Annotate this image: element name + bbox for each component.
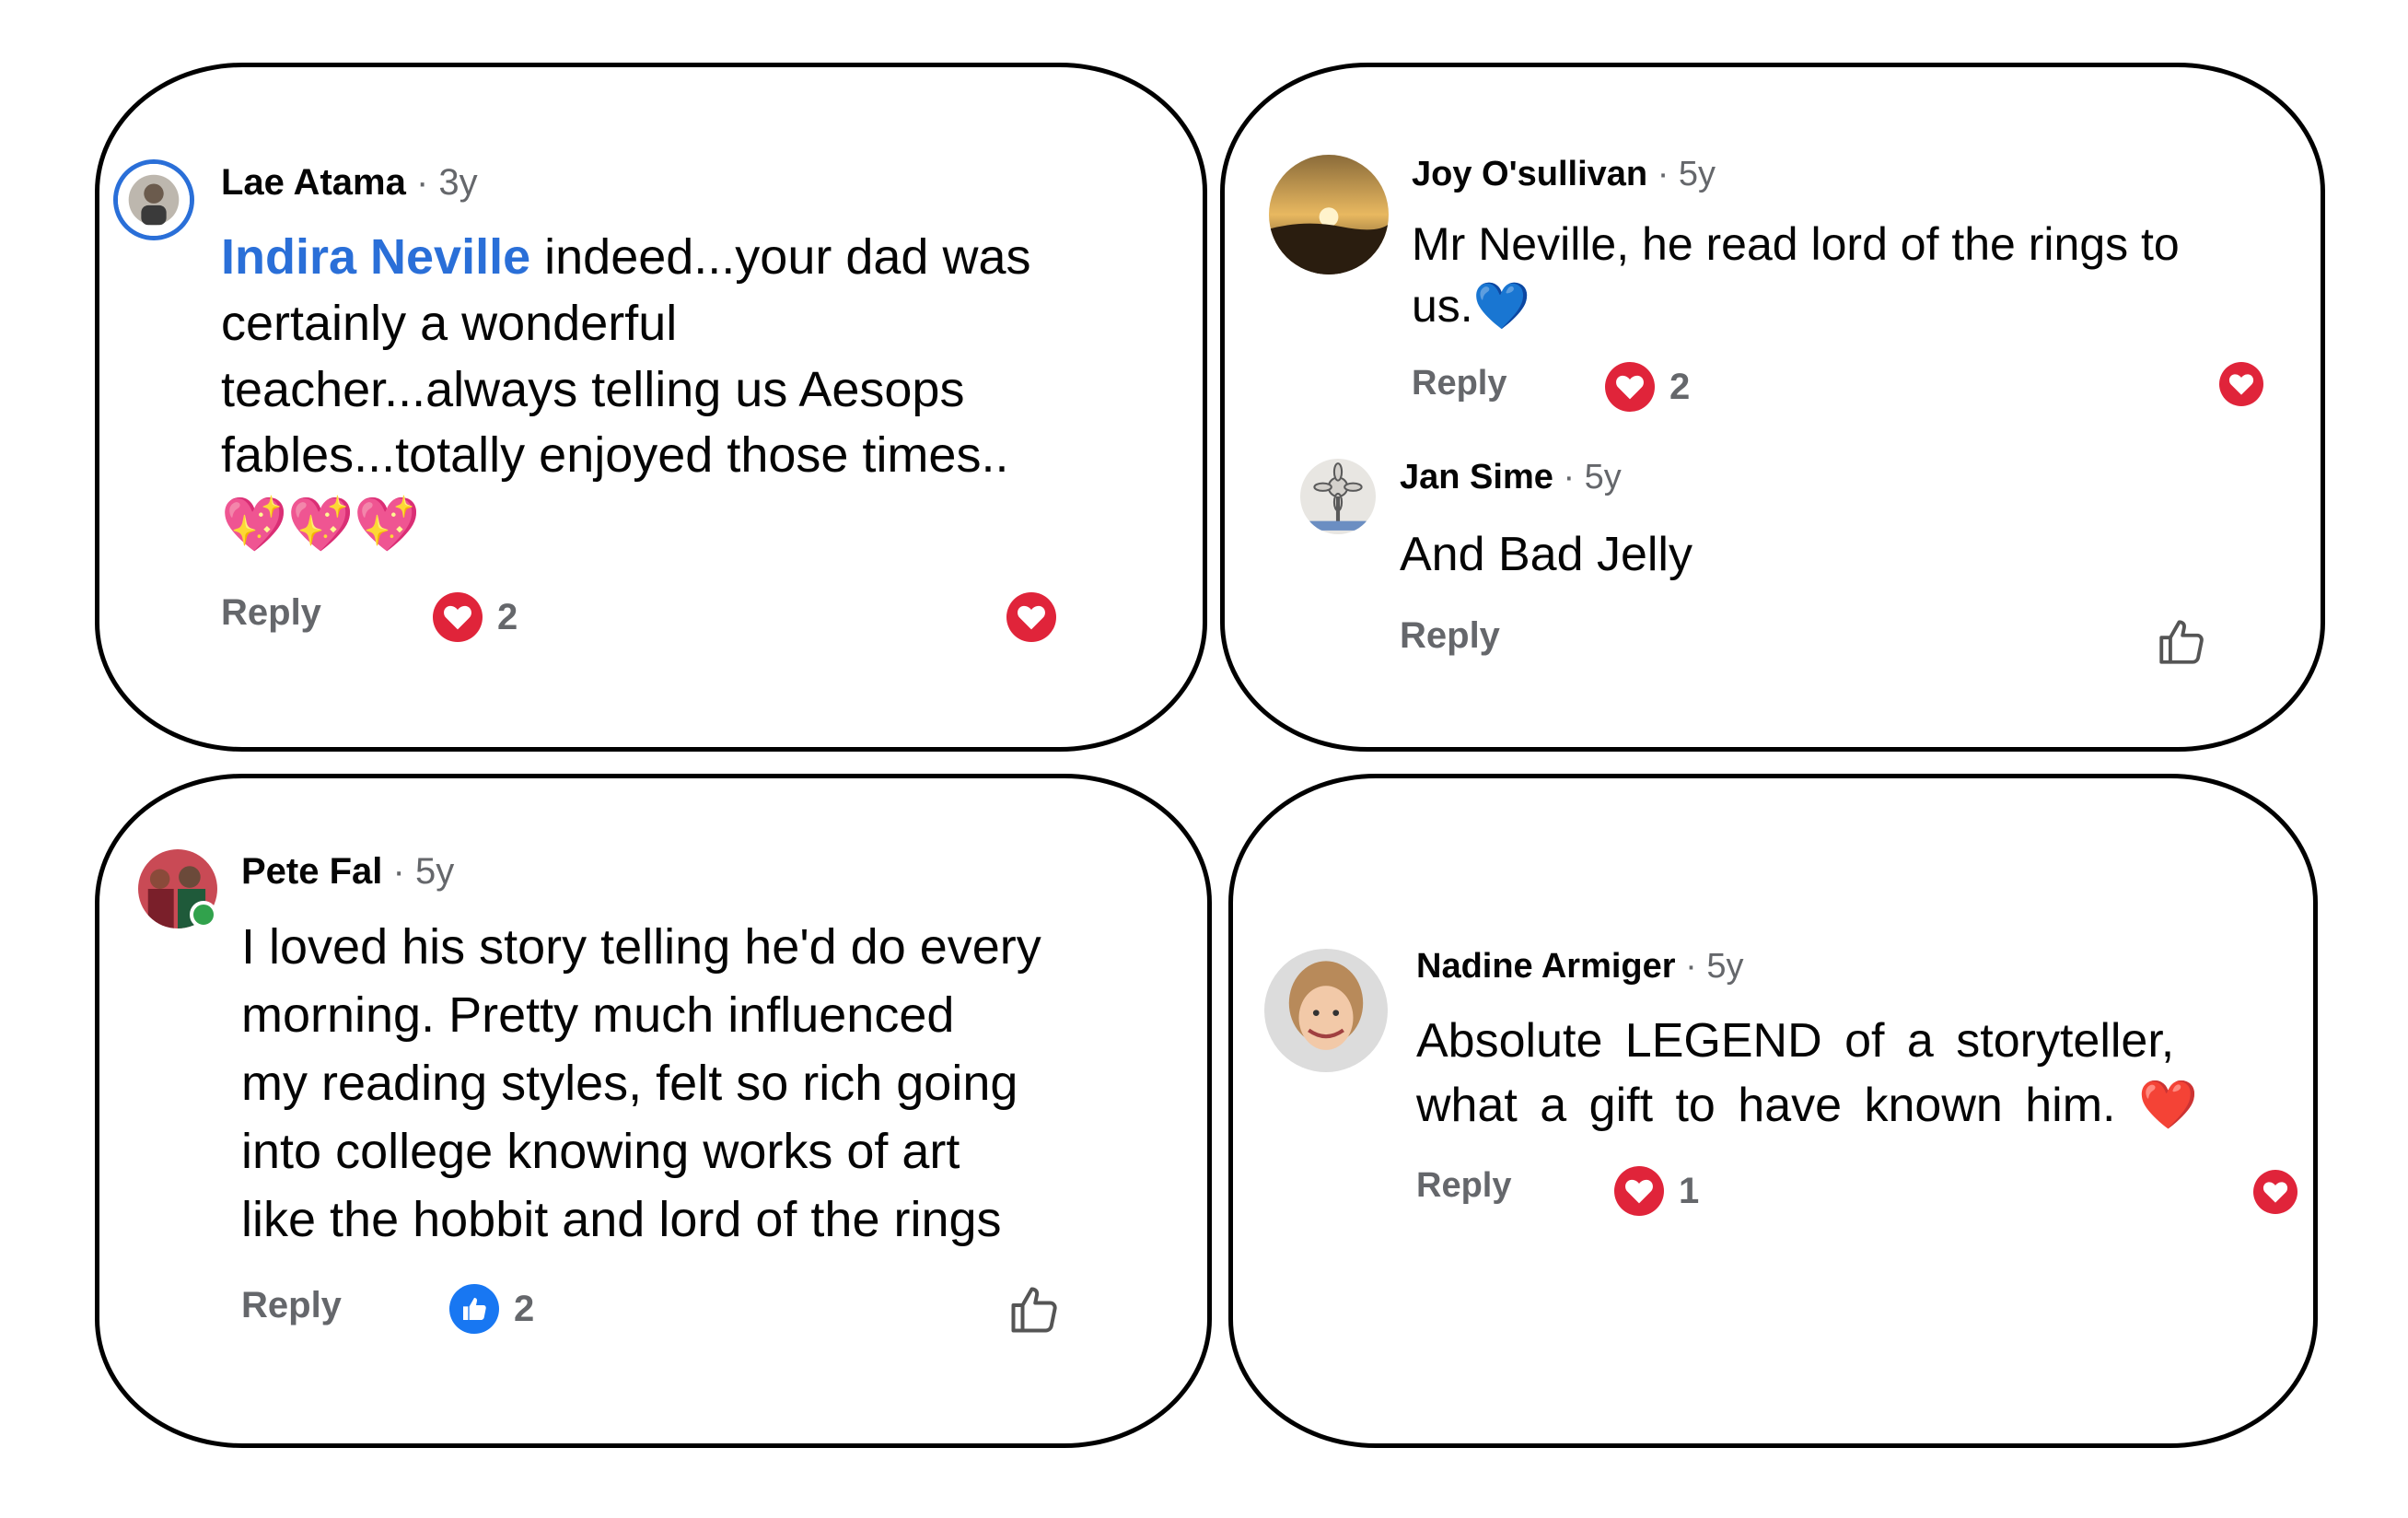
timestamp[interactable]: · 3y (416, 162, 478, 203)
comment-text: Mr Neville, he read lord of the rings to… (1412, 218, 2180, 332)
comment-header: Joy O'sullivan · 5y (1412, 155, 1716, 194)
reply-button[interactable]: Reply (1416, 1166, 1511, 1206)
heart-reaction-icon (1614, 1166, 1664, 1216)
reaction-summary[interactable]: 2 (433, 592, 518, 642)
reply-button[interactable]: Reply (221, 592, 321, 634)
emoji: 💖💖💖 (221, 495, 421, 555)
heart-icon[interactable] (1006, 592, 1056, 642)
emoji: 💙 (1472, 280, 1530, 332)
thumbs-up-icon[interactable] (2155, 615, 2208, 673)
author-name[interactable]: Lae Atama (221, 162, 406, 203)
heart-reaction-icon (433, 592, 483, 642)
heart-reaction-icon (1605, 362, 1655, 412)
comment-header: Jan Sime · 5y (1400, 458, 1622, 497)
reaction-summary[interactable]: 2 (1605, 362, 1690, 412)
reply-button[interactable]: Reply (1412, 364, 1506, 403)
like-reaction-icon (449, 1284, 499, 1334)
author-name[interactable]: Joy O'sullivan (1412, 155, 1647, 193)
reaction-count: 2 (514, 1288, 535, 1329)
thumbs-up-icon[interactable] (1006, 1282, 1062, 1342)
author-name[interactable]: Nadine Armiger (1416, 947, 1676, 986)
comment-header: Pete Fal · 5y (241, 851, 454, 893)
comment-text: I loved his story telling he'd do every … (241, 919, 1041, 1247)
comment-text: Indira Neville indeed...your dad was cer… (221, 225, 1031, 560)
reaction-count: 2 (1669, 366, 1691, 407)
online-status-icon (190, 901, 217, 928)
emoji: ❤️ (2137, 1078, 2198, 1132)
reply-button[interactable]: Reply (241, 1285, 342, 1326)
comment-header: Lae Atama · 3y (221, 162, 478, 204)
author-name[interactable]: Pete Fal (241, 851, 382, 892)
author-name[interactable]: Jan Sime (1400, 458, 1553, 496)
timestamp[interactable]: · 5y (393, 851, 455, 892)
heart-icon[interactable] (2219, 362, 2263, 406)
timestamp[interactable]: · 5y (1563, 458, 1621, 496)
reaction-count: 1 (1679, 1170, 1700, 1211)
timestamp[interactable]: · 5y (1685, 947, 1743, 986)
heart-icon[interactable] (2253, 1170, 2297, 1214)
timestamp[interactable]: · 5y (1658, 155, 1716, 193)
mention-link[interactable]: Indira Neville (221, 229, 530, 285)
avatar[interactable] (1264, 949, 1388, 1072)
reaction-summary[interactable]: 1 (1614, 1166, 1699, 1216)
reaction-summary[interactable]: 2 (449, 1284, 534, 1334)
comment-text: Absolute LEGEND of a storyteller, what a… (1416, 1014, 2198, 1132)
reply-button[interactable]: Reply (1400, 615, 1500, 657)
avatar[interactable] (1300, 459, 1376, 534)
avatar[interactable] (1269, 155, 1389, 274)
avatar[interactable] (113, 159, 194, 240)
comment-text: And Bad Jelly (1400, 528, 1693, 581)
reaction-count: 2 (497, 596, 518, 637)
comment-header: Nadine Armiger · 5y (1416, 947, 1743, 987)
